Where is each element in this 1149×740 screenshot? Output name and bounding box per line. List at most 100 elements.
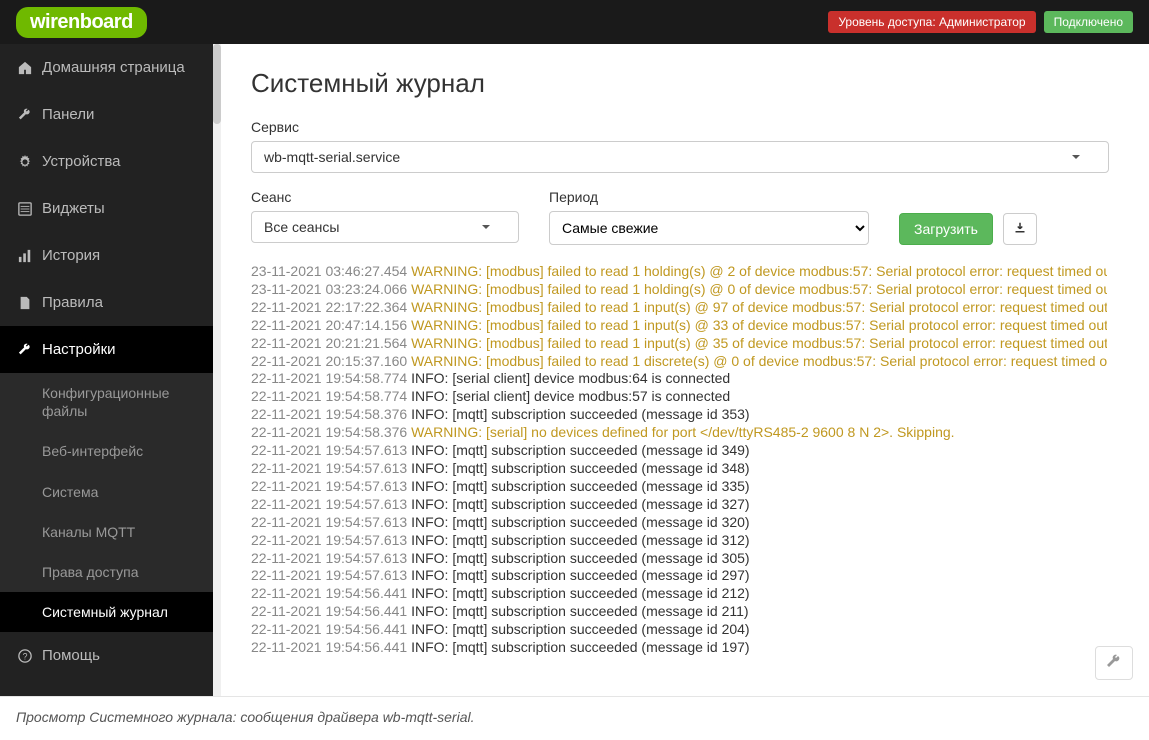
log-timestamp: 22-11-2021 19:54:57.613	[251, 514, 411, 530]
session-label: Сеанс	[251, 189, 519, 205]
nav-rules[interactable]: Правила	[0, 279, 213, 326]
subnav-mqtt-channels[interactable]: Каналы MQTT	[0, 512, 213, 552]
topbar: wirenboard Уровень доступа: Администрато…	[0, 0, 1149, 44]
log-message: INFO: [mqtt] subscription succeeded (mes…	[411, 550, 749, 566]
log-message: INFO: [mqtt] subscription succeeded (mes…	[411, 603, 748, 619]
nav-label: Виджеты	[42, 200, 105, 217]
wrench-icon	[18, 108, 32, 122]
log-line: 22-11-2021 19:54:56.441 INFO: [mqtt] sub…	[251, 585, 1107, 603]
access-level-badge[interactable]: Уровень доступа: Администратор	[828, 11, 1035, 33]
log-line: 22-11-2021 19:54:57.613 INFO: [mqtt] sub…	[251, 514, 1107, 532]
subnav-system[interactable]: Система	[0, 472, 213, 512]
service-label: Сервис	[251, 119, 1119, 135]
svg-text:?: ?	[23, 651, 28, 661]
log-timestamp: 22-11-2021 19:54:58.774	[251, 388, 411, 404]
subnav-config-files[interactable]: Конфигурационные файлы	[0, 373, 213, 431]
nav-label: Правила	[42, 294, 103, 311]
nav-widgets[interactable]: Виджеты	[0, 185, 213, 232]
list-icon	[18, 202, 32, 216]
log-timestamp: 22-11-2021 22:17:22.364	[251, 299, 411, 315]
download-button[interactable]	[1003, 213, 1037, 245]
log-message: INFO: [mqtt] subscription succeeded (mes…	[411, 514, 749, 530]
period-label: Период	[549, 189, 869, 205]
nav-home[interactable]: Домашняя страница	[0, 44, 213, 91]
service-value: wb-mqtt-serial.service	[264, 149, 400, 165]
log-message: WARNING: [modbus] failed to read 1 holdi…	[411, 281, 1107, 297]
log-timestamp: 22-11-2021 19:54:57.613	[251, 478, 411, 494]
log-line: 22-11-2021 20:21:21.564 WARNING: [modbus…	[251, 335, 1107, 353]
log-message: INFO: [mqtt] subscription succeeded (mes…	[411, 532, 749, 548]
log-timestamp: 22-11-2021 19:54:57.613	[251, 460, 411, 476]
question-icon: ?	[18, 649, 32, 663]
nav-label: Панели	[42, 106, 94, 123]
log-message: INFO: [mqtt] subscription succeeded (mes…	[411, 442, 749, 458]
nav-history[interactable]: История	[0, 232, 213, 279]
log-line: 22-11-2021 19:54:58.774 INFO: [serial cl…	[251, 370, 1107, 388]
log-message: INFO: [mqtt] subscription succeeded (mes…	[411, 496, 749, 512]
nav-label: Устройства	[42, 153, 120, 170]
floating-wrench-button[interactable]	[1095, 646, 1133, 680]
sidebar: Домашняя страница Панели Устройства Видж…	[0, 44, 213, 696]
log-timestamp: 22-11-2021 19:54:57.613	[251, 442, 411, 458]
log-message: INFO: [mqtt] subscription succeeded (mes…	[411, 460, 749, 476]
log-line: 22-11-2021 19:54:57.613 INFO: [mqtt] sub…	[251, 496, 1107, 514]
wrench-icon	[1106, 654, 1122, 673]
wrench-icon	[18, 343, 32, 357]
log-timestamp: 22-11-2021 20:15:37.160	[251, 353, 411, 369]
nav-label: Настройки	[42, 341, 116, 358]
nav-label: Помощь	[42, 647, 100, 664]
page-title: Системный журнал	[251, 68, 1119, 99]
log-timestamp: 22-11-2021 19:54:57.613	[251, 550, 411, 566]
period-select[interactable]: Самые свежие	[549, 211, 869, 245]
log-line: 22-11-2021 20:47:14.156 WARNING: [modbus…	[251, 317, 1107, 335]
home-icon	[18, 61, 32, 75]
log-timestamp: 22-11-2021 19:54:57.613	[251, 496, 411, 512]
session-select[interactable]: Все сеансы	[251, 211, 519, 243]
log-message: INFO: [mqtt] subscription succeeded (mes…	[411, 585, 749, 601]
log-viewer[interactable]: 23-11-2021 03:46:27.454 WARNING: [modbus…	[251, 263, 1119, 672]
log-timestamp: 22-11-2021 20:47:14.156	[251, 317, 411, 333]
chart-icon	[18, 249, 32, 263]
download-icon	[1014, 221, 1026, 237]
settings-submenu: Конфигурационные файлы Веб-интерфейс Сис…	[0, 373, 213, 632]
main-content: Системный журнал Сервис wb-mqtt-serial.s…	[221, 44, 1149, 696]
log-timestamp: 22-11-2021 19:54:58.774	[251, 370, 411, 386]
log-line: 22-11-2021 20:15:37.160 WARNING: [modbus…	[251, 353, 1107, 371]
log-message: INFO: [serial client] device modbus:64 i…	[411, 370, 730, 386]
log-scrollbar[interactable]	[1107, 263, 1119, 672]
log-timestamp: 23-11-2021 03:46:27.454	[251, 263, 411, 279]
service-select[interactable]: wb-mqtt-serial.service	[251, 141, 1109, 173]
subnav-access-rights[interactable]: Права доступа	[0, 552, 213, 592]
log-line: 22-11-2021 19:54:57.613 INFO: [mqtt] sub…	[251, 442, 1107, 460]
log-timestamp: 22-11-2021 19:54:56.441	[251, 585, 411, 601]
nav-panels[interactable]: Панели	[0, 91, 213, 138]
subnav-system-log[interactable]: Системный журнал	[0, 592, 213, 632]
log-message: INFO: [serial client] device modbus:57 i…	[411, 388, 730, 404]
gear-icon	[18, 155, 32, 169]
log-timestamp: 22-11-2021 19:54:57.613	[251, 532, 411, 548]
subnav-web-ui[interactable]: Веб-интерфейс	[0, 431, 213, 471]
connection-badge: Подключено	[1044, 11, 1133, 33]
nav-help[interactable]: ? Помощь	[0, 632, 213, 679]
sidebar-scrollbar[interactable]	[213, 44, 221, 696]
load-button[interactable]: Загрузить	[899, 213, 993, 245]
log-line: 22-11-2021 19:54:57.613 INFO: [mqtt] sub…	[251, 478, 1107, 496]
logo: wirenboard	[16, 7, 147, 38]
log-timestamp: 22-11-2021 19:54:56.441	[251, 603, 411, 619]
log-message: INFO: [mqtt] subscription succeeded (mes…	[411, 406, 749, 422]
nav-label: История	[42, 247, 100, 264]
log-line: 22-11-2021 22:17:22.364 WARNING: [modbus…	[251, 299, 1107, 317]
log-line: 22-11-2021 19:54:57.613 INFO: [mqtt] sub…	[251, 460, 1107, 478]
log-message: WARNING: [modbus] failed to read 1 input…	[411, 317, 1107, 333]
log-line: 23-11-2021 03:46:27.454 WARNING: [modbus…	[251, 263, 1107, 281]
log-message: WARNING: [modbus] failed to read 1 input…	[411, 299, 1107, 315]
log-line: 22-11-2021 19:54:56.441 INFO: [mqtt] sub…	[251, 621, 1107, 639]
log-line: 22-11-2021 19:54:58.376 WARNING: [serial…	[251, 424, 1107, 442]
nav-devices[interactable]: Устройства	[0, 138, 213, 185]
log-timestamp: 22-11-2021 19:54:57.613	[251, 567, 411, 583]
log-message: INFO: [mqtt] subscription succeeded (mes…	[411, 639, 749, 655]
log-timestamp: 22-11-2021 20:21:21.564	[251, 335, 411, 351]
nav-settings[interactable]: Настройки	[0, 326, 213, 373]
log-message: WARNING: [modbus] failed to read 1 discr…	[411, 353, 1107, 369]
log-timestamp: 22-11-2021 19:54:56.441	[251, 639, 411, 655]
